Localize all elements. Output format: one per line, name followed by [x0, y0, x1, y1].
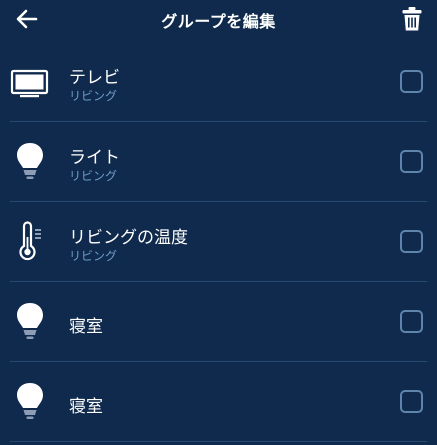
device-row-tv[interactable]: テレビ リビング [0, 43, 437, 122]
device-row-bedroom-1[interactable]: 寝室 [0, 283, 437, 362]
row-divider [10, 121, 427, 122]
device-name: 寝室 [69, 317, 103, 337]
select-checkbox[interactable] [400, 390, 423, 413]
device-row-bedroom-2[interactable]: 寝室 [0, 363, 437, 442]
trash-icon [402, 7, 422, 31]
thermometer-icon [10, 221, 50, 263]
app-header: グループを編集 [0, 0, 437, 40]
device-row-light[interactable]: ライト リビング [0, 123, 437, 202]
delete-group-button[interactable] [401, 6, 423, 32]
device-row-thermometer[interactable]: リビングの温度 リビング [0, 203, 437, 282]
device-name: 寝室 [69, 397, 103, 417]
select-checkbox[interactable] [400, 150, 423, 173]
device-name: ライト [69, 148, 120, 168]
device-room: リビング [69, 249, 118, 263]
device-room: リビング [69, 169, 118, 183]
device-name: テレビ [69, 68, 120, 88]
row-divider [10, 441, 427, 442]
lightbulb-icon [10, 381, 50, 423]
lightbulb-icon [10, 141, 50, 183]
row-divider [10, 281, 427, 282]
row-divider [10, 201, 427, 202]
lightbulb-icon [10, 301, 50, 343]
tv-icon [10, 61, 50, 103]
device-room: リビング [69, 89, 118, 103]
select-checkbox[interactable] [400, 70, 423, 93]
select-checkbox[interactable] [400, 310, 423, 333]
device-name: リビングの温度 [69, 228, 188, 248]
select-checkbox[interactable] [400, 230, 423, 253]
page-title: グループを編集 [161, 12, 276, 31]
row-divider [10, 361, 427, 362]
